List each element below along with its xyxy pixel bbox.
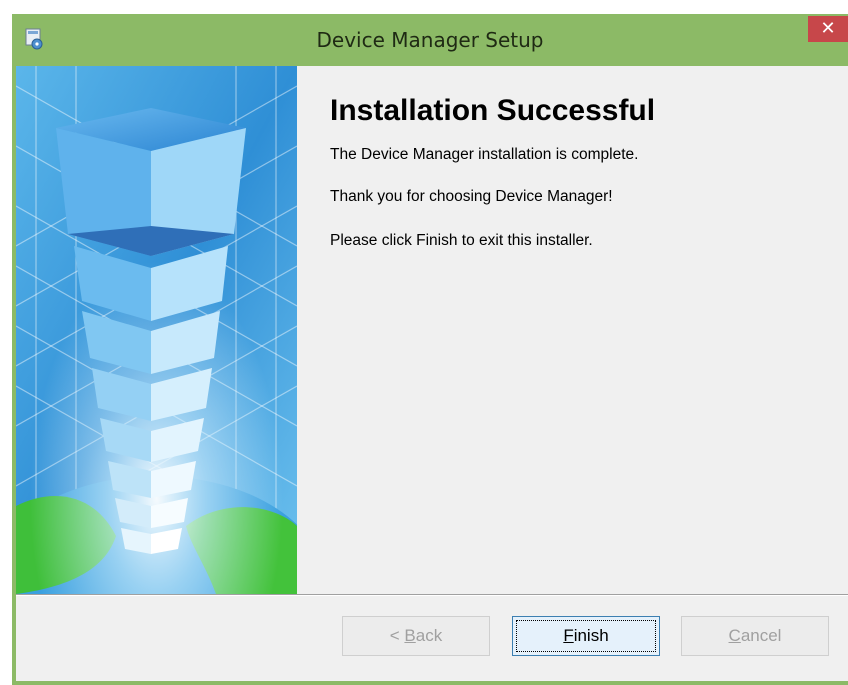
content-panel: Installation Successful The Device Manag…	[297, 66, 848, 594]
title-bar[interactable]: Device Manager Setup ✕	[12, 14, 848, 66]
message-thanks: Thank you for choosing Device Manager!	[330, 188, 613, 205]
cancel-button-label: ancel	[740, 626, 782, 645]
cancel-button-accel: C	[728, 626, 741, 645]
back-button-prefix: <	[389, 626, 405, 645]
message-complete: The Device Manager installation is compl…	[330, 146, 639, 163]
finish-button-label: inish	[573, 626, 609, 645]
back-button-accel: B	[404, 626, 416, 645]
setup-window: Device Manager Setup ✕ Installation Succ…	[12, 14, 848, 685]
close-button[interactable]: ✕	[808, 16, 848, 42]
finish-button[interactable]: Finish	[512, 616, 660, 656]
window-title: Device Manager Setup	[316, 28, 544, 52]
page-title: Installation Successful	[330, 94, 656, 127]
close-icon: ✕	[820, 18, 836, 39]
message-instruction: Please click Finish to exit this install…	[330, 232, 593, 249]
separator-highlight	[16, 595, 848, 596]
finish-button-accel: F	[563, 626, 574, 645]
banner-image	[16, 66, 297, 594]
tower-globe-banner	[16, 66, 297, 594]
dialog-client: Installation Successful The Device Manag…	[16, 66, 848, 681]
cancel-button[interactable]: Cancel	[681, 616, 829, 656]
back-button[interactable]: < Back	[342, 616, 490, 656]
back-button-label: ack	[415, 626, 443, 645]
